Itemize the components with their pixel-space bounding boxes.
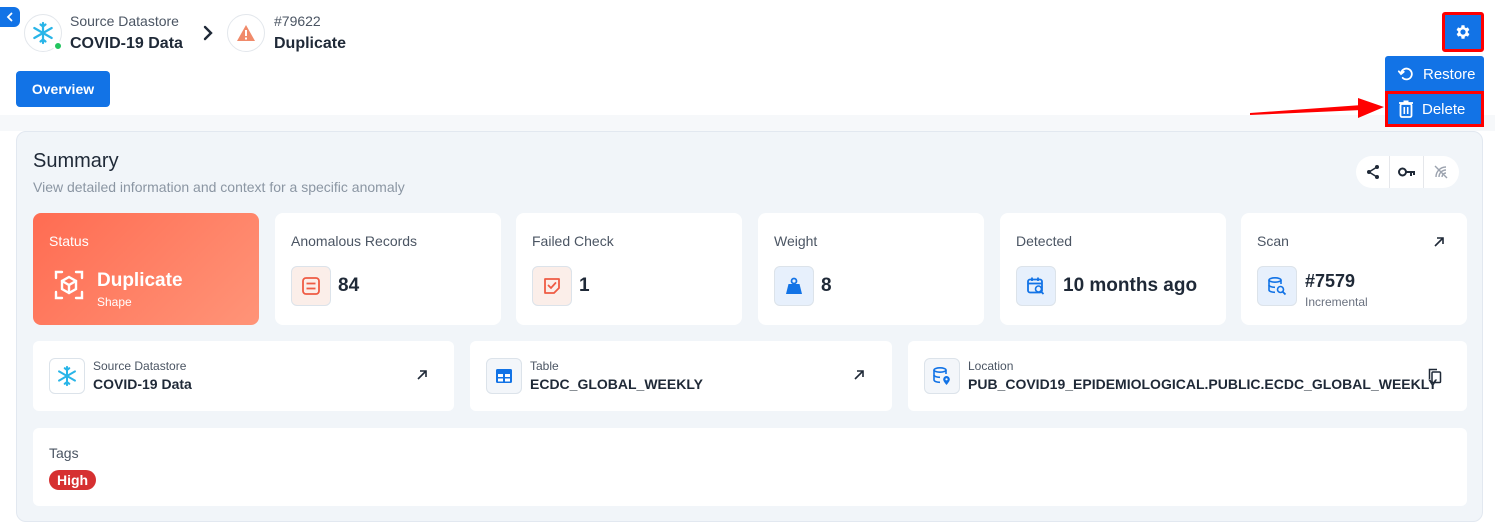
check-note-icon bbox=[544, 278, 560, 294]
detected-value: 10 months ago bbox=[1063, 275, 1198, 296]
annotation-arrow-icon bbox=[1250, 98, 1384, 118]
location-info-card: Location PUB_COVID19_EPIDEMIOLOGICAL.PUB… bbox=[908, 341, 1467, 411]
scan-card: Scan #7579 Incremental bbox=[1241, 213, 1467, 325]
chevron-right-icon bbox=[203, 25, 213, 41]
mute-button[interactable] bbox=[1424, 156, 1458, 188]
scan-icon-box bbox=[1257, 266, 1297, 306]
anomaly-avatar bbox=[227, 14, 265, 52]
anomalous-records-label: Anomalous Records bbox=[291, 233, 418, 249]
datastore-name[interactable]: COVID-19 Data bbox=[70, 35, 183, 53]
failed-check-icon-box bbox=[532, 266, 572, 306]
weight-label: Weight bbox=[774, 233, 818, 249]
external-link-icon[interactable] bbox=[1433, 236, 1445, 248]
tags-label: Tags bbox=[49, 445, 79, 461]
database-location-icon bbox=[933, 366, 950, 385]
records-icon bbox=[302, 277, 320, 295]
status-value: Duplicate bbox=[97, 270, 183, 291]
datastore-info-card: Source Datastore COVID-19 Data bbox=[33, 341, 454, 411]
restore-menu-item[interactable]: Restore bbox=[1385, 56, 1484, 92]
shape-icon bbox=[54, 270, 84, 300]
location-info-icon-box bbox=[924, 358, 960, 394]
breadcrumb: Source Datastore COVID-19 Data #79622 Du… bbox=[24, 12, 364, 56]
status-card: Status Duplicate Shape bbox=[33, 213, 259, 325]
table-info-card: Table ECDC_GLOBAL_WEEKLY bbox=[470, 341, 892, 411]
chevron-left-icon bbox=[6, 12, 13, 22]
scan-value[interactable]: #7579 bbox=[1305, 271, 1355, 292]
tag-badge-high[interactable]: High bbox=[49, 470, 97, 490]
anomalous-records-value: 84 bbox=[338, 275, 360, 296]
feed-off-icon bbox=[1434, 165, 1448, 179]
records-icon-box bbox=[291, 266, 331, 306]
status-label: Status bbox=[49, 233, 89, 249]
anomaly-detail-page: Source Datastore COVID-19 Data #79622 Du… bbox=[0, 0, 1495, 522]
failed-check-value: 1 bbox=[579, 275, 590, 296]
external-link-icon[interactable] bbox=[416, 369, 428, 381]
weight-icon-box bbox=[774, 266, 814, 306]
delete-label: Delete bbox=[1422, 100, 1466, 118]
restore-label: Restore bbox=[1423, 65, 1476, 83]
back-button[interactable] bbox=[0, 7, 20, 27]
detected-card: Detected 10 months ago bbox=[1000, 213, 1226, 325]
weight-card: Weight 8 bbox=[758, 213, 984, 325]
summary-actions bbox=[1356, 156, 1459, 188]
delete-menu-item[interactable]: Delete bbox=[1385, 91, 1484, 127]
datastore-info-value: COVID-19 Data bbox=[93, 376, 192, 392]
calendar-search-icon bbox=[1027, 277, 1045, 295]
online-status-dot bbox=[53, 41, 63, 51]
gear-icon bbox=[1456, 25, 1470, 39]
failed-check-label: Failed Check bbox=[532, 233, 614, 249]
share-button[interactable] bbox=[1356, 156, 1390, 188]
anomalous-records-card: Anomalous Records 84 bbox=[275, 213, 501, 325]
anomaly-id: #79622 bbox=[274, 13, 321, 29]
datastore-info-label: Source Datastore bbox=[93, 359, 187, 373]
anomaly-name: Duplicate bbox=[274, 35, 347, 52]
datastore-avatar[interactable] bbox=[24, 14, 63, 52]
tags-card: Tags High bbox=[33, 428, 1467, 506]
weight-value: 8 bbox=[821, 275, 832, 296]
key-button[interactable] bbox=[1390, 156, 1424, 188]
key-icon bbox=[1397, 167, 1415, 177]
restore-icon bbox=[1397, 67, 1413, 81]
detected-label: Detected bbox=[1016, 233, 1073, 249]
share-icon bbox=[1366, 165, 1379, 179]
scan-label: Scan bbox=[1257, 233, 1289, 249]
snowflake-icon bbox=[58, 365, 76, 387]
datastore-info-icon-box bbox=[49, 358, 85, 394]
scan-sub: Incremental bbox=[1305, 295, 1368, 309]
copy-icon[interactable] bbox=[1428, 368, 1442, 384]
database-search-icon bbox=[1268, 276, 1287, 296]
weight-icon bbox=[786, 277, 802, 294]
tab-overview[interactable]: Overview bbox=[16, 71, 110, 107]
trash-icon bbox=[1399, 100, 1413, 118]
warning-icon bbox=[237, 25, 255, 41]
table-info-label: Table bbox=[530, 359, 559, 373]
location-info-value: PUB_COVID19_EPIDEMIOLOGICAL.PUBLIC.ECDC_… bbox=[968, 376, 1438, 392]
table-info-icon-box bbox=[486, 358, 522, 394]
snowflake-icon bbox=[33, 21, 53, 45]
table-icon bbox=[496, 369, 512, 383]
detected-icon-box bbox=[1016, 266, 1056, 306]
location-info-label: Location bbox=[968, 359, 1014, 373]
summary-title: Summary bbox=[33, 150, 119, 172]
summary-subtitle: View detailed information and context fo… bbox=[33, 179, 405, 195]
settings-button[interactable] bbox=[1442, 12, 1484, 52]
failed-check-card: Failed Check 1 bbox=[516, 213, 742, 325]
table-info-value: ECDC_GLOBAL_WEEKLY bbox=[530, 376, 703, 392]
status-sub: Shape bbox=[97, 295, 132, 309]
external-link-icon[interactable] bbox=[853, 369, 865, 381]
datastore-label: Source Datastore bbox=[70, 13, 179, 29]
